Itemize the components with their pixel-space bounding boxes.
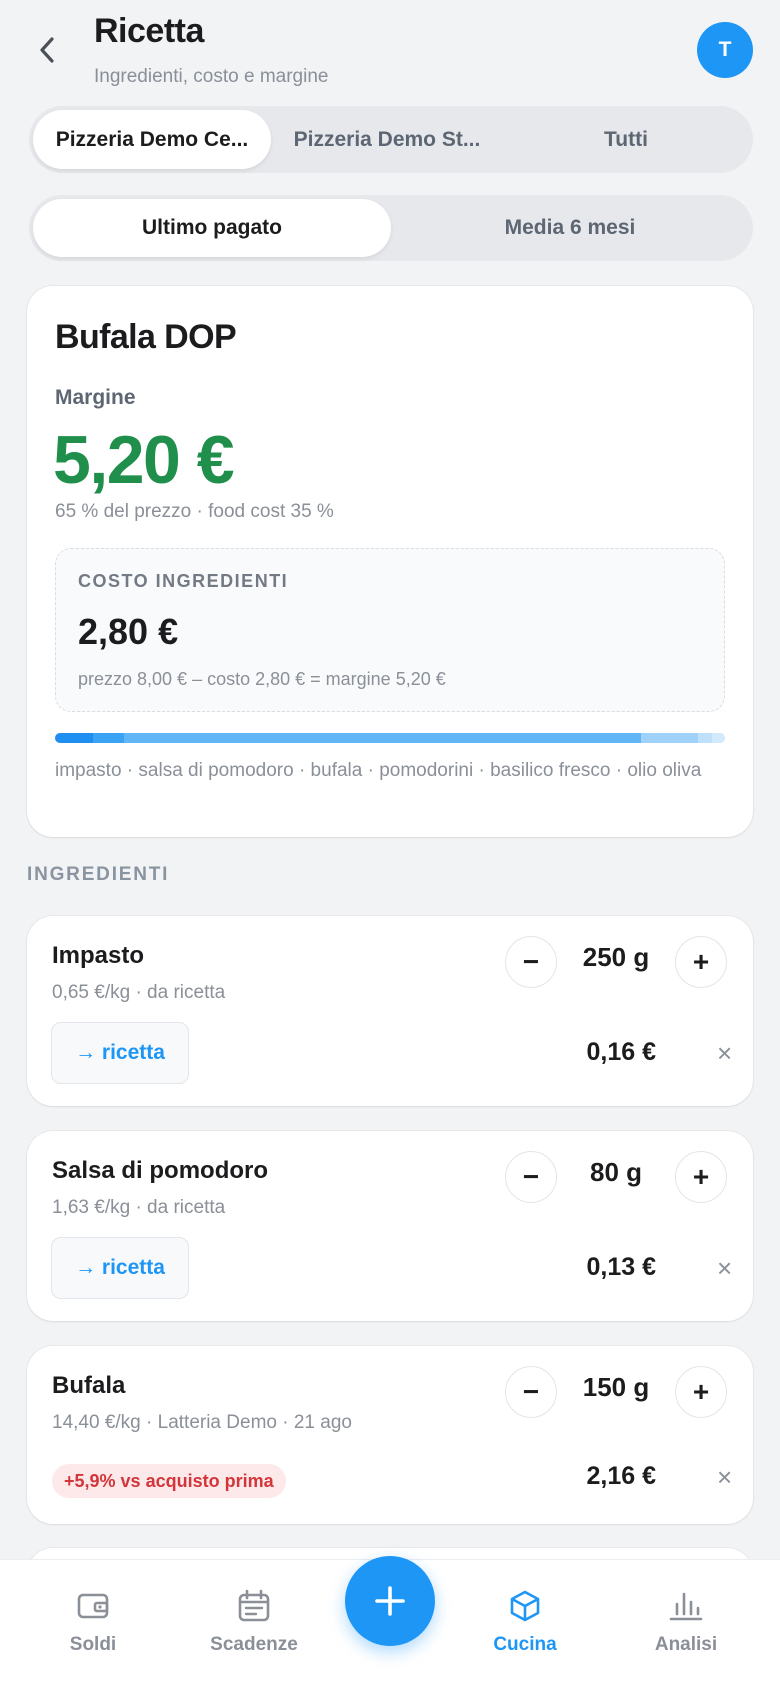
cost-segment-salsa-di-pomodoro (93, 733, 124, 743)
nav-item-soldi[interactable]: Soldi (33, 1584, 153, 1656)
cost-segment-basilico-fresco (698, 733, 712, 743)
ingredient-cost: 0,13 € (586, 1253, 656, 1281)
quantity-value: 150 g (582, 1372, 650, 1402)
remove-ingredient-button[interactable]: × (717, 1462, 732, 1493)
decrease-quantity-button[interactable]: − (505, 1151, 557, 1203)
margin-value: 5,20 € (53, 422, 235, 498)
increase-quantity-button[interactable]: + (675, 1151, 727, 1203)
price-mode-switcher: Ultimo pagato Media 6 mesi (29, 195, 753, 261)
cost-value: 2,80 € (78, 611, 179, 652)
cost-segment-pomodorini (640, 733, 699, 743)
increase-quantity-button[interactable]: + (675, 936, 727, 988)
header: Ricetta Ingredienti, costo e margine T (0, 0, 780, 100)
cost-segment-bufala (124, 733, 641, 743)
cost-box: COSTO INGREDIENTI 2,80 € prezzo 8,00 € –… (55, 548, 725, 712)
ingredient-card: Impasto 0,65 €/kg · da ricetta − 250 g +… (27, 916, 753, 1106)
cost-segment-olio-oliva (711, 733, 725, 743)
page-title: Ricetta (94, 12, 204, 50)
cost-segment-impasto (55, 733, 94, 743)
margin-percentages: 65 % del prezzo · food cost 35 % (55, 501, 334, 522)
recipe-summary-card: Bufala DOP Margine 5,20 € 65 % del prezz… (27, 286, 753, 837)
ingredient-meta: 1,63 €/kg · da ricetta (52, 1197, 226, 1218)
margin-label: Margine (55, 386, 136, 409)
ingredient-cost: 2,16 € (586, 1462, 656, 1490)
ingredient-card: Bufala 14,40 €/kg · Latteria Demo · 21 a… (27, 1346, 753, 1524)
tab-location-all[interactable]: Tutti (503, 110, 749, 169)
remove-ingredient-button[interactable]: × (717, 1038, 732, 1069)
plus-icon (375, 1586, 405, 1616)
ingredients-section-label: INGREDIENTI (27, 864, 170, 885)
remove-ingredient-button[interactable]: × (717, 1253, 732, 1284)
location-switcher: Pizzeria Demo Ce... Pizzeria Demo St... … (29, 106, 753, 173)
increase-quantity-button[interactable]: + (675, 1366, 727, 1418)
ingredient-card: Salsa di pomodoro 1,63 €/kg · da ricetta… (27, 1131, 753, 1321)
nav-item-scadenze[interactable]: Scadenze (194, 1584, 314, 1656)
tab-location-2[interactable]: Pizzeria Demo St... (271, 110, 503, 169)
tab-average-6-months[interactable]: Media 6 mesi (391, 199, 749, 257)
nav-label: Analisi (654, 1634, 718, 1655)
nav-item-analisi[interactable]: Analisi (626, 1584, 746, 1656)
add-button[interactable] (345, 1556, 435, 1646)
tab-last-paid[interactable]: Ultimo pagato (33, 199, 391, 257)
avatar[interactable]: T (697, 22, 753, 78)
chevron-left-icon (40, 37, 54, 63)
ingredients-summary-text: impasto · salsa di pomodoro · bufala · p… (55, 760, 702, 781)
recipe-name: Bufala DOP (55, 318, 237, 356)
cost-breakdown-bar (55, 733, 725, 743)
ingredient-name: Impasto (52, 942, 145, 969)
nav-item-cucina[interactable]: Cucina (465, 1584, 585, 1656)
wallet-icon (77, 1593, 109, 1619)
bar-chart-icon (669, 1592, 703, 1621)
nav-label: Scadenze (210, 1634, 298, 1655)
decrease-quantity-button[interactable]: − (505, 936, 557, 988)
ingredient-name: Bufala (52, 1372, 126, 1399)
nav-label: Soldi (69, 1634, 117, 1655)
nav-label: Cucina (493, 1634, 557, 1655)
open-recipe-button[interactable]: → ricetta (51, 1237, 189, 1299)
back-button[interactable] (30, 30, 66, 70)
cost-formula: prezzo 8,00 € – costo 2,80 € = margine 5… (78, 669, 446, 689)
box-icon (510, 1590, 540, 1622)
quantity-value: 80 g (589, 1157, 643, 1187)
ingredient-cost: 0,16 € (586, 1038, 656, 1066)
ingredient-meta: 14,40 €/kg · Latteria Demo · 21 ago (52, 1412, 352, 1433)
price-change-badge: +5,9% vs acquisto prima (52, 1464, 286, 1498)
ingredient-meta: 0,65 €/kg · da ricetta (52, 982, 226, 1003)
tab-location-1[interactable]: Pizzeria Demo Ce... (33, 110, 271, 169)
calendar-icon (238, 1589, 270, 1622)
decrease-quantity-button[interactable]: − (505, 1366, 557, 1418)
ingredient-name: Salsa di pomodoro (52, 1157, 269, 1184)
page-subtitle: Ingredienti, costo e margine (94, 66, 329, 87)
quantity-value: 250 g (582, 942, 650, 972)
cost-label: COSTO INGREDIENTI (78, 571, 289, 591)
open-recipe-button[interactable]: → ricetta (51, 1022, 189, 1084)
